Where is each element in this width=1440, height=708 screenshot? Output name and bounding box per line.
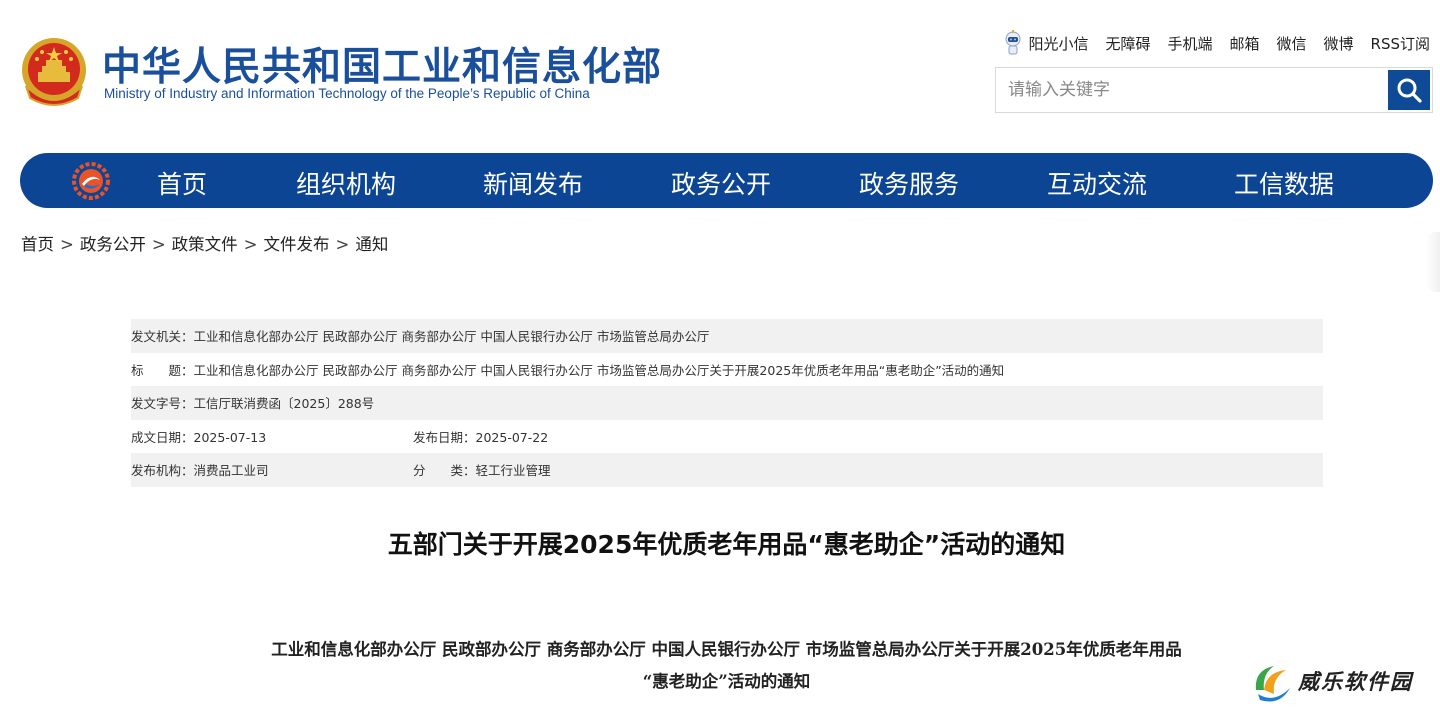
search-button[interactable] bbox=[1388, 70, 1430, 110]
published-value: 2025-07-22 bbox=[475, 429, 549, 445]
national-emblem-icon[interactable] bbox=[20, 36, 88, 108]
breadcrumb-home[interactable]: 首页 bbox=[21, 235, 54, 254]
main-nav: 首页 组织机构 新闻发布 政务公开 政务服务 互动交流 工信数据 bbox=[20, 153, 1433, 208]
nav-home[interactable]: 首页 bbox=[157, 165, 207, 201]
search-input[interactable] bbox=[996, 68, 1388, 112]
robot-assistant-icon[interactable] bbox=[1003, 30, 1023, 56]
nav-interaction[interactable]: 互动交流 bbox=[1047, 165, 1147, 201]
nav-news[interactable]: 新闻发布 bbox=[483, 165, 583, 201]
search-box bbox=[995, 67, 1433, 113]
watermark-logo-icon bbox=[1255, 666, 1290, 702]
category-label: 分 类： bbox=[413, 463, 476, 479]
search-icon bbox=[1397, 78, 1422, 103]
breadcrumb-gov-affairs[interactable]: 政务公开 bbox=[80, 235, 146, 254]
org-value: 消费品工业司 bbox=[193, 463, 269, 479]
category-value: 轻工行业管理 bbox=[475, 463, 551, 479]
title-label: 标 题： bbox=[131, 362, 194, 378]
published-label: 发布日期： bbox=[413, 429, 476, 445]
toplink-rss[interactable]: RSS订阅 bbox=[1371, 33, 1430, 54]
docno-value: 工信厅联消费函〔2025〕288号 bbox=[193, 396, 375, 412]
category-cell: 分 类：轻工行业管理 bbox=[413, 460, 551, 479]
site-title-en[interactable]: Ministry of Industry and Information Tec… bbox=[104, 86, 590, 101]
info-row-dates: 成文日期：2025-07-13 发布日期：2025-07-22 bbox=[131, 420, 1323, 454]
toplink-mobile[interactable]: 手机端 bbox=[1167, 33, 1212, 54]
top-links: 阳光小信 无障碍 手机端 邮箱 微信 微博 RSS订阅 bbox=[1003, 30, 1430, 56]
issuer-label: 发文机关： bbox=[131, 329, 194, 345]
toplink-accessibility[interactable]: 无障碍 bbox=[1105, 33, 1150, 54]
info-row-docno: 发文字号： 工信厅联消费函〔2025〕288号 bbox=[131, 386, 1323, 420]
published-date-cell: 发布日期：2025-07-22 bbox=[413, 427, 548, 446]
nav-data[interactable]: 工信数据 bbox=[1234, 165, 1334, 201]
breadcrumb-separator: > bbox=[60, 235, 74, 254]
nav-gov-affairs[interactable]: 政务公开 bbox=[671, 165, 771, 201]
info-row-org: 发布机构：消费品工业司 分 类：轻工行业管理 bbox=[131, 453, 1323, 487]
toplink-weibo[interactable]: 微博 bbox=[1324, 33, 1354, 54]
nav-organization[interactable]: 组织机构 bbox=[296, 165, 396, 201]
side-panel-tab[interactable] bbox=[1426, 232, 1440, 292]
doc-heading-line2: “惠老助企”活动的通知 bbox=[642, 672, 811, 691]
issuer-value: 工业和信息化部办公厅 民政部办公厅 商务部办公厅 中国人民银行办公厅 市场监管总… bbox=[193, 329, 710, 345]
info-row-issuer: 发文机关： 工业和信息化部办公厅 民政部办公厅 商务部办公厅 中国人民银行办公厅… bbox=[131, 319, 1323, 353]
toplink-sunshine[interactable]: 阳光小信 bbox=[1028, 33, 1088, 54]
toplink-wechat[interactable]: 微信 bbox=[1277, 33, 1307, 54]
breadcrumb-release[interactable]: 文件发布 bbox=[263, 235, 329, 254]
toplink-mail[interactable]: 邮箱 bbox=[1229, 33, 1259, 54]
doc-heading-line1: 工业和信息化部办公厅 民政部办公厅 商务部办公厅 中国人民银行办公厅 市场监管总… bbox=[271, 640, 1182, 659]
breadcrumb-policy[interactable]: 政策文件 bbox=[172, 235, 238, 254]
written-value: 2025-07-13 bbox=[193, 429, 267, 445]
org-cell: 发布机构：消费品工业司 bbox=[131, 460, 413, 479]
watermark: 威乐软件园 bbox=[1250, 658, 1440, 708]
miit-logo-icon[interactable] bbox=[72, 162, 110, 200]
info-row-title: 标 题： 工业和信息化部办公厅 民政部办公厅 商务部办公厅 中国人民银行办公厅 … bbox=[131, 353, 1323, 387]
breadcrumb-separator: > bbox=[151, 235, 166, 254]
breadcrumb-separator: > bbox=[243, 235, 258, 254]
org-label: 发布机构： bbox=[131, 463, 194, 479]
breadcrumb-notice[interactable]: 通知 bbox=[355, 235, 388, 254]
document-info-table: 发文机关： 工业和信息化部办公厅 民政部办公厅 商务部办公厅 中国人民银行办公厅… bbox=[131, 319, 1323, 487]
article-title: 五部门关于开展2025年优质老年用品“惠老助企”活动的通知 bbox=[387, 530, 1066, 559]
watermark-text: 威乐软件园 bbox=[1298, 669, 1413, 694]
nav-gov-services[interactable]: 政务服务 bbox=[859, 165, 959, 201]
written-date-cell: 成文日期：2025-07-13 bbox=[131, 427, 413, 446]
breadcrumb: 首页 > 政务公开 > 政策文件 > 文件发布 > 通知 bbox=[21, 231, 388, 255]
written-label: 成文日期： bbox=[131, 429, 194, 445]
docno-label: 发文字号： bbox=[131, 396, 194, 412]
title-value: 工业和信息化部办公厅 民政部办公厅 商务部办公厅 中国人民银行办公厅 市场监管总… bbox=[193, 362, 1005, 378]
breadcrumb-separator: > bbox=[335, 235, 350, 254]
site-title-cn[interactable]: 中华人民共和国工业和信息化部 bbox=[102, 36, 662, 92]
site-header: 中华人民共和国工业和信息化部 Ministry of Industry and … bbox=[0, 0, 1440, 150]
